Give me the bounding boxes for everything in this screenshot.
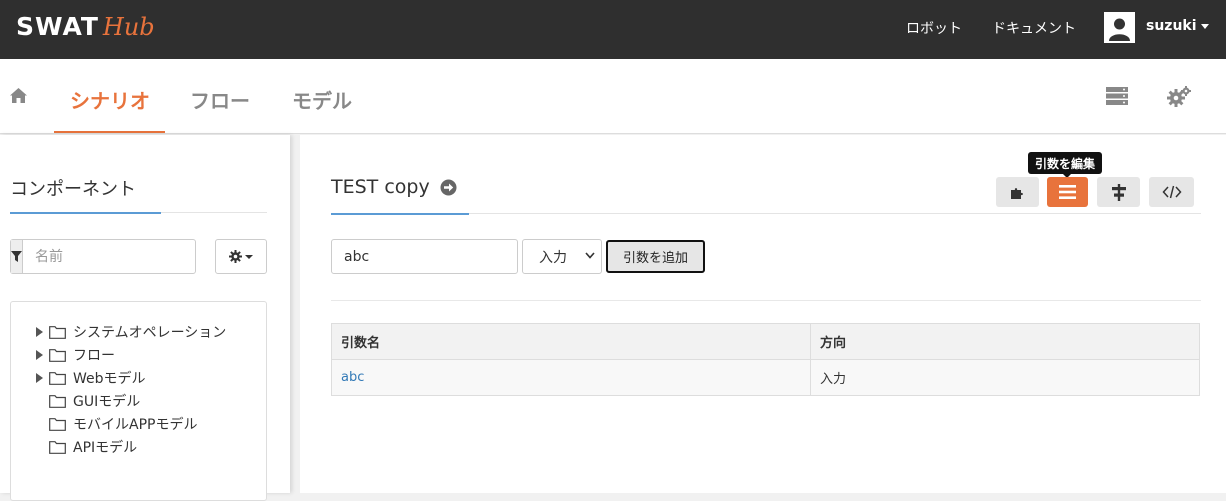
- add-argument-button[interactable]: 引数を追加: [606, 240, 705, 273]
- arrow-circle-right-icon[interactable]: [440, 179, 457, 196]
- arguments-table: 引数名 方向 abc 入力: [331, 323, 1200, 396]
- user-name: suzuki: [1146, 18, 1197, 34]
- component-search-input[interactable]: [23, 240, 209, 273]
- folder-icon: [49, 394, 66, 408]
- component-tree: システムオペレーション フロー Webモデル GUIモデル モバイルAPPモデル…: [10, 301, 267, 501]
- list-icon: [1059, 185, 1076, 199]
- top-navbar: SWAT Hub ロボット ドキュメント suzuki: [0, 0, 1226, 59]
- caret-down-icon: [1200, 23, 1209, 29]
- section-divider: [331, 300, 1201, 301]
- scenario-title-text: TEST copy: [331, 176, 430, 198]
- expand-arrow-icon[interactable]: [36, 327, 43, 337]
- gear-icon: [229, 250, 242, 263]
- brand-logo-accent: Hub: [102, 13, 155, 41]
- caret-down-icon: [245, 254, 253, 259]
- title-accent: [10, 212, 161, 214]
- tree-item-mobile-app-model[interactable]: モバイルAPPモデル: [36, 413, 197, 435]
- user-menu[interactable]: suzuki: [1146, 18, 1209, 34]
- component-settings-dropdown[interactable]: [215, 239, 267, 274]
- title-accent: [331, 213, 469, 215]
- scenario-title: TEST copy: [331, 176, 457, 198]
- scenario-editor: TEST copy 引数を編集 入力 引数を追加 引数名 方向 abc 入力: [300, 135, 1226, 493]
- code-view-button[interactable]: [1149, 177, 1194, 207]
- argument-direction-cell: 入力: [810, 359, 1200, 396]
- components-view-button[interactable]: [996, 177, 1039, 207]
- chevron-down-icon: [585, 252, 595, 259]
- puzzle-icon: [1010, 188, 1023, 199]
- tree-item-flow[interactable]: フロー: [36, 344, 115, 366]
- filter-icon: [11, 240, 23, 273]
- tree-item-system-operation[interactable]: システムオペレーション: [36, 321, 226, 343]
- active-tab-indicator: [54, 131, 165, 133]
- nav-link-robot[interactable]: ロボット: [906, 18, 962, 38]
- home-icon[interactable]: [9, 87, 28, 108]
- code-icon: [1161, 185, 1182, 199]
- tree-item-label: システムオペレーション: [73, 325, 227, 341]
- folder-icon: [49, 440, 66, 454]
- edit-arguments-button[interactable]: [1047, 177, 1088, 207]
- gears-icon[interactable]: [1167, 85, 1192, 112]
- table-header-row: 引数名 方向: [331, 323, 1200, 360]
- tree-item-web-model[interactable]: Webモデル: [36, 367, 146, 389]
- components-title: コンポーネント: [10, 179, 136, 200]
- folder-icon: [49, 325, 66, 339]
- tree-item-label: Webモデル: [73, 371, 146, 387]
- argument-name-link[interactable]: abc: [331, 359, 811, 396]
- tab-model[interactable]: モデル: [292, 85, 352, 114]
- tooltip: 引数を編集: [1028, 152, 1103, 174]
- align-icon: [1111, 183, 1126, 201]
- direction-select[interactable]: 入力: [522, 239, 602, 274]
- tree-item-label: フロー: [73, 348, 115, 364]
- argument-name-input[interactable]: [331, 239, 518, 274]
- expand-arrow-icon[interactable]: [36, 350, 43, 360]
- scenario-subnav: シナリオ フロー モデル: [0, 59, 1226, 134]
- brand-logo-main: SWAT: [16, 12, 99, 41]
- layout-button[interactable]: [1097, 177, 1140, 207]
- avatar[interactable]: [1104, 12, 1135, 43]
- brand-logo[interactable]: SWAT Hub: [16, 12, 155, 44]
- tree-item-label: GUIモデル: [73, 394, 141, 410]
- column-header-direction: 方向: [810, 323, 1200, 360]
- expand-arrow-icon[interactable]: [36, 373, 43, 383]
- folder-icon: [49, 371, 66, 385]
- tab-scenario[interactable]: シナリオ: [70, 85, 150, 114]
- tree-item-gui-model[interactable]: GUIモデル: [36, 390, 140, 412]
- tab-flow[interactable]: フロー: [190, 85, 250, 114]
- tree-item-api-model[interactable]: APIモデル: [36, 436, 137, 458]
- folder-icon: [49, 417, 66, 431]
- server-icon[interactable]: [1106, 87, 1128, 109]
- component-filter: [10, 239, 209, 274]
- folder-icon: [49, 348, 66, 362]
- direction-select-value: 入力: [539, 249, 567, 266]
- table-row[interactable]: abc 入力: [331, 359, 1200, 396]
- nav-link-docs[interactable]: ドキュメント: [992, 18, 1076, 38]
- components-panel: コンポーネント システムオペレーション フロー Webモデル: [0, 135, 290, 501]
- column-header-arg-name: 引数名: [331, 323, 811, 360]
- tree-item-label: APIモデル: [73, 440, 138, 456]
- tree-item-label: モバイルAPPモデル: [73, 417, 198, 433]
